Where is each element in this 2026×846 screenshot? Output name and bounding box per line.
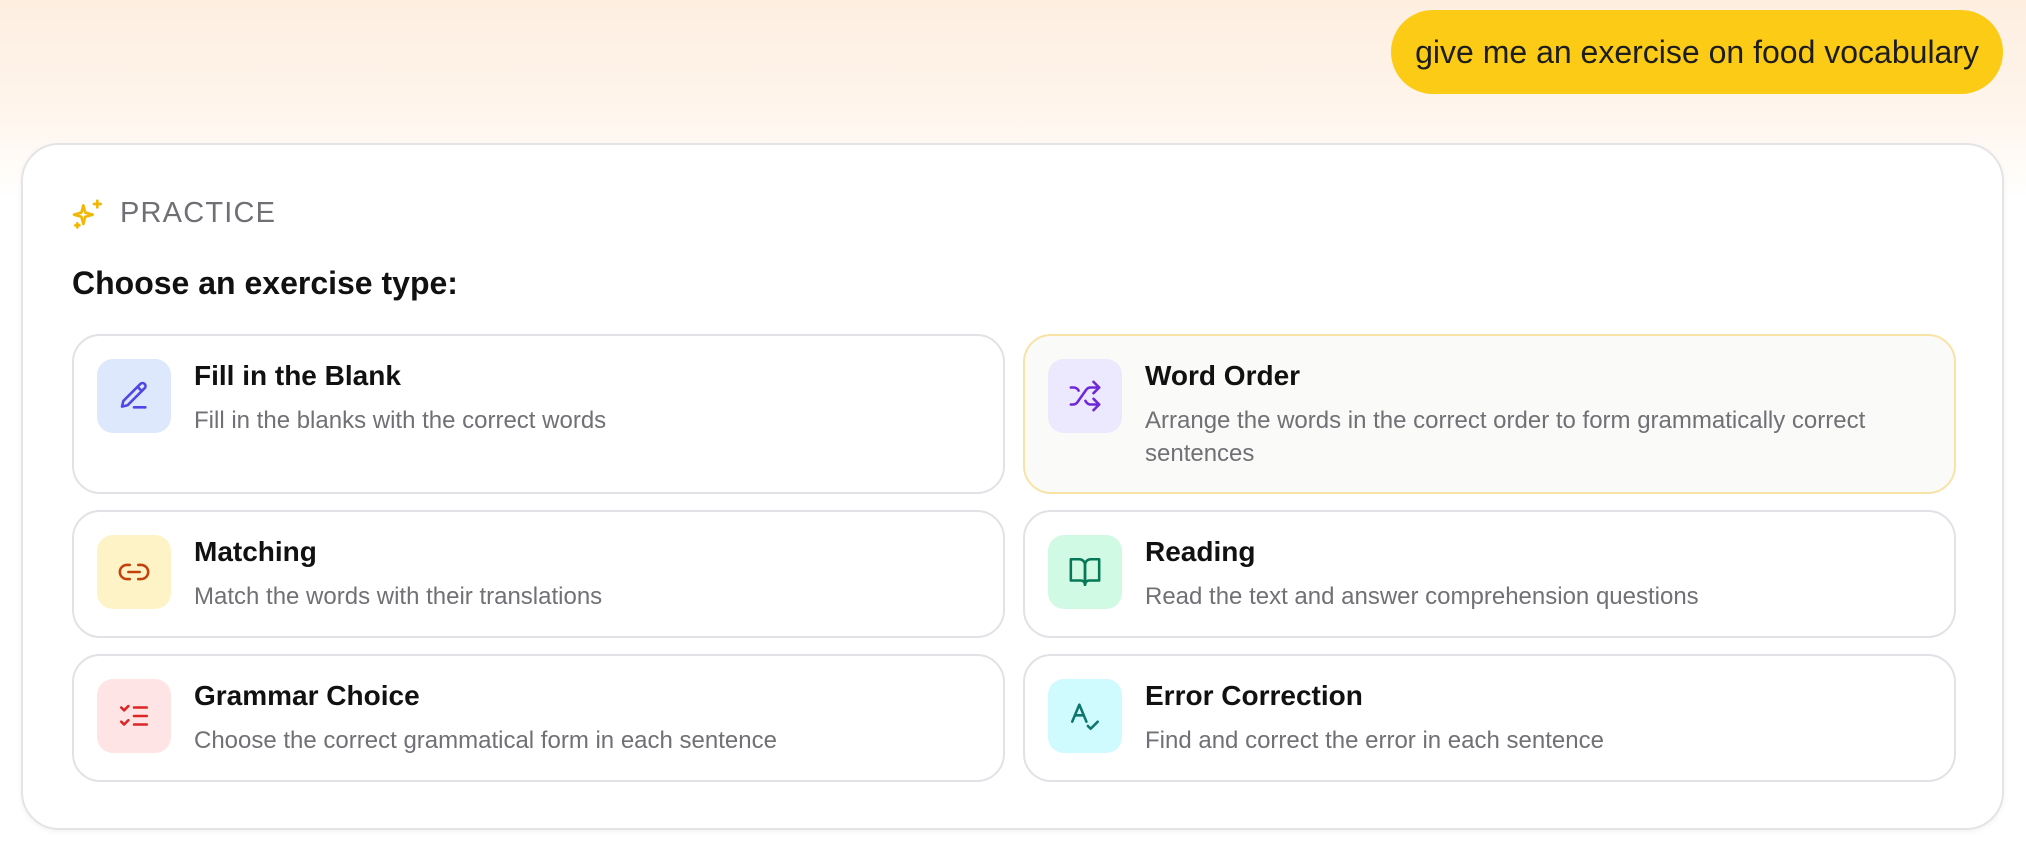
- option-fill-in-the-blank[interactable]: Fill in the Blank Fill in the blanks wit…: [72, 334, 1005, 494]
- icon-container: [97, 535, 171, 609]
- option-title: Grammar Choice: [194, 680, 420, 711]
- option-description: Find and correct the error in each sente…: [1145, 727, 1604, 754]
- pencil-icon: [117, 379, 151, 413]
- option-title: Matching: [194, 536, 317, 567]
- option-description: Choose the correct grammatical form in e…: [194, 727, 777, 754]
- shuffle-icon: [1068, 379, 1102, 413]
- option-description: Match the words with their translations: [194, 583, 603, 610]
- option-grammar-choice[interactable]: Grammar Choice Choose the correct gramma…: [72, 654, 1005, 782]
- option-title: Reading: [1145, 536, 1256, 567]
- icon-container: [1048, 535, 1122, 609]
- icon-container: [97, 359, 171, 433]
- icon-container: [97, 679, 171, 753]
- practice-header: PRACTICE: [72, 197, 276, 230]
- option-title: Word Order: [1145, 360, 1301, 391]
- exercise-options-grid: Fill in the Blank Fill in the blanks wit…: [72, 334, 1956, 782]
- option-reading[interactable]: Reading Read the text and answer compreh…: [1023, 510, 1956, 638]
- practice-label: PRACTICE: [120, 197, 277, 229]
- option-title: Error Correction: [1145, 680, 1363, 711]
- icon-container: [1048, 679, 1122, 753]
- sparkle-icon: [72, 198, 104, 230]
- practice-card: PRACTICE Choose an exercise type: Fill i…: [21, 143, 2004, 830]
- option-matching[interactable]: Matching Match the words with their tran…: [72, 510, 1005, 638]
- book-open-icon: [1068, 555, 1102, 589]
- spell-check-icon: [1068, 699, 1102, 733]
- user-message-bubble: give me an exercise on food vocabulary: [1391, 10, 2003, 94]
- option-description: Read the text and answer comprehension q…: [1145, 583, 1699, 610]
- user-message-text: give me an exercise on food vocabulary: [1415, 33, 1979, 70]
- list-check-icon: [117, 699, 151, 733]
- option-description: Fill in the blanks with the correct word…: [194, 407, 607, 434]
- option-error-correction[interactable]: Error Correction Find and correct the er…: [1023, 654, 1956, 782]
- option-description: Arrange the words in the correct order t…: [1145, 407, 1866, 467]
- link-icon: [117, 555, 151, 589]
- exercise-type-prompt: Choose an exercise type:: [72, 265, 458, 301]
- option-title: Fill in the Blank: [194, 360, 401, 391]
- icon-container: [1048, 359, 1122, 433]
- option-word-order[interactable]: Word Order Arrange the words in the corr…: [1023, 334, 1956, 494]
